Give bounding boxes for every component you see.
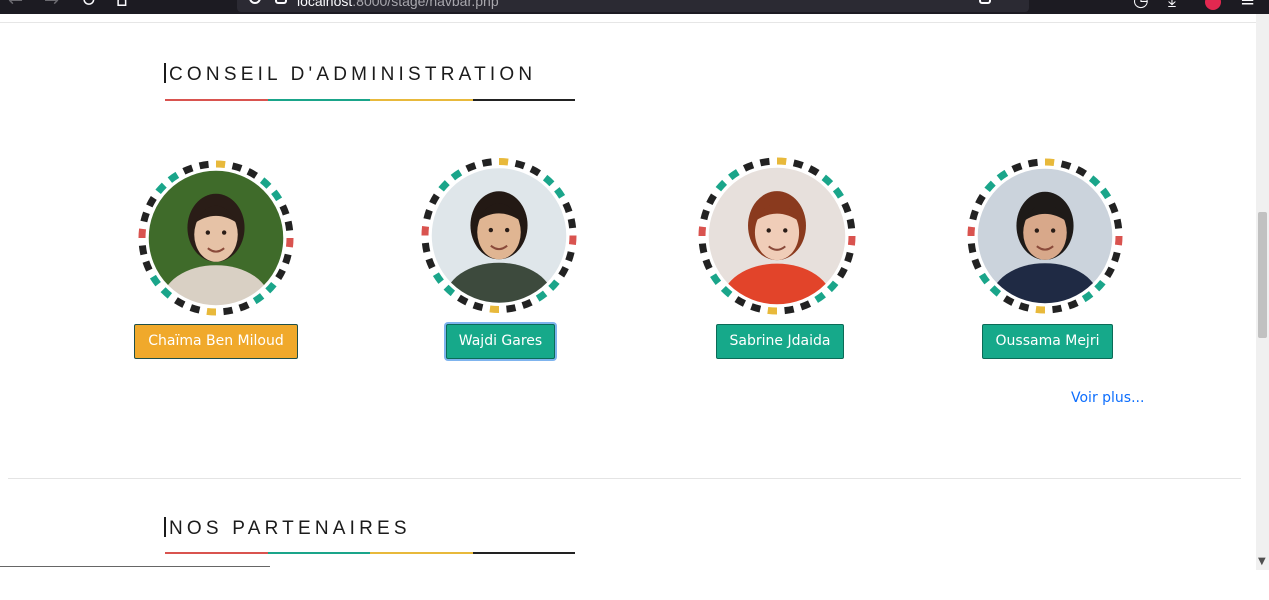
browser-toolbar: ← → ↻ ⌂ localhost:8000/stage/navbar.php … (0, 0, 1269, 14)
back-icon[interactable]: ← (8, 0, 23, 10)
member-name-button[interactable]: Sabrine Jdaida (716, 324, 844, 359)
downloads-icon[interactable]: ⤓ (1168, 0, 1176, 10)
member-name-button[interactable]: Wajdi Gares (446, 324, 555, 359)
home-icon[interactable]: ⌂ (116, 0, 127, 10)
member-name-button[interactable]: Oussama Mejri (982, 324, 1113, 359)
underline-segment (267, 552, 370, 554)
menu-icon[interactable]: ≡ (1240, 0, 1255, 10)
scrollbar-thumb[interactable] (1258, 212, 1267, 338)
bookmark-star-icon[interactable]: ☆ (1007, 0, 1023, 1)
member-photo (698, 157, 856, 315)
member-name-button[interactable]: Chaïma Ben Miloud (134, 324, 298, 359)
title-bar-mark (164, 517, 166, 537)
url-text[interactable]: localhost:8000/stage/navbar.php (297, 0, 499, 9)
address-bar[interactable]: localhost:8000/stage/navbar.php ☆ (237, 0, 1029, 12)
underline-segment (165, 552, 268, 554)
section-divider (8, 478, 1241, 479)
underline-segment (472, 552, 575, 554)
section-underline-board (165, 99, 575, 101)
section-title-board: CONSEIL D'ADMINISTRATION (164, 63, 536, 86)
extension-icon[interactable] (1205, 0, 1221, 10)
underline-segment (472, 99, 575, 101)
history-icon[interactable]: ◷ (1133, 0, 1149, 10)
underline-segment (370, 99, 473, 101)
underline-segment (370, 552, 473, 554)
section-underline-partners (165, 552, 575, 554)
reader-view-icon[interactable] (979, 0, 991, 4)
section-title-partners-text: NOS PARTENAIRES (169, 518, 411, 539)
scroll-down-arrow-icon[interactable]: ▼ (1258, 556, 1266, 567)
bottom-rule (0, 566, 270, 567)
forward-icon[interactable]: → (44, 0, 59, 10)
member-photo (138, 160, 294, 316)
reload-icon[interactable]: ↻ (81, 0, 96, 10)
member-photo (421, 158, 577, 313)
page-icon (275, 0, 287, 4)
page-top-border (0, 22, 1256, 23)
voir-plus-link[interactable]: Voir plus... (1071, 390, 1144, 406)
underline-segment (267, 99, 370, 101)
title-bar-mark (164, 63, 166, 83)
section-title-board-text: CONSEIL D'ADMINISTRATION (169, 64, 537, 85)
shield-icon[interactable] (249, 0, 261, 4)
section-title-partners: NOS PARTENAIRES (164, 517, 411, 540)
underline-segment (165, 99, 268, 101)
member-photo (967, 158, 1123, 314)
